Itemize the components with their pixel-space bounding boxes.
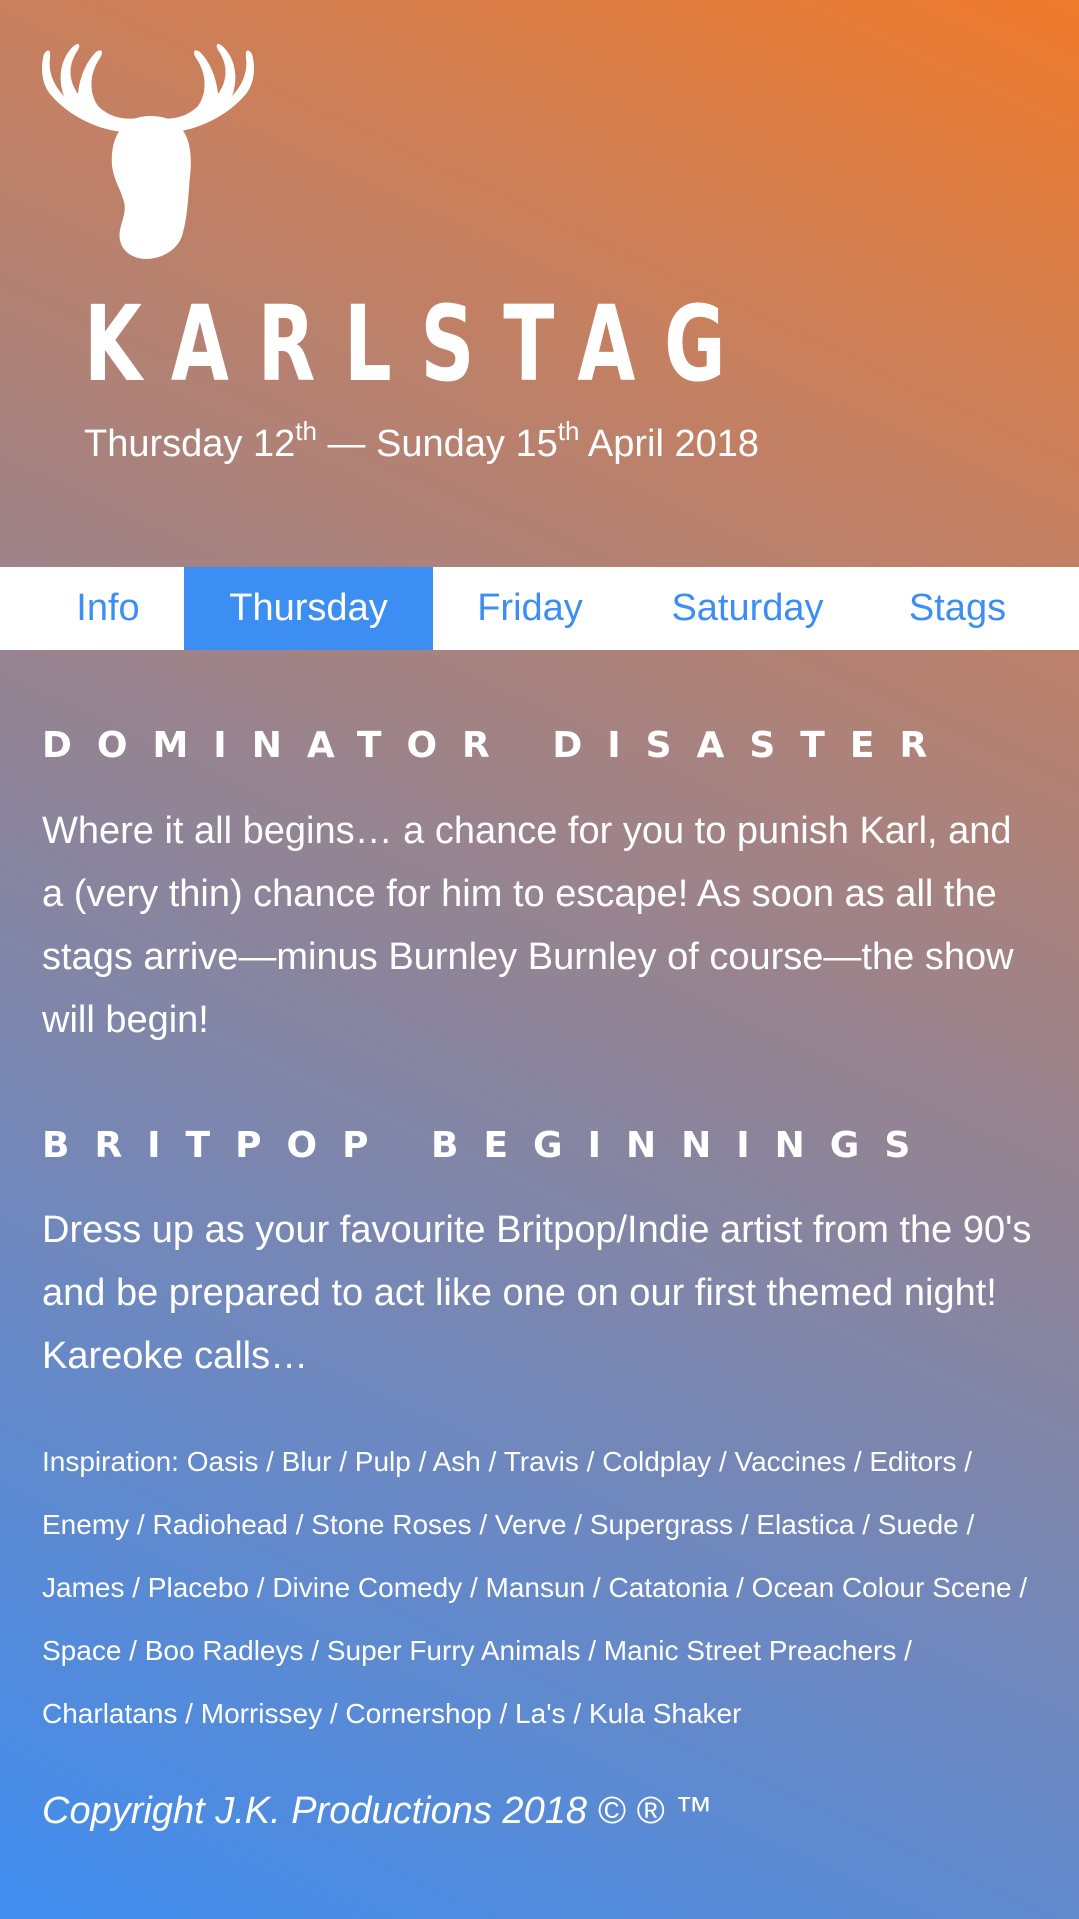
section-text-dominator-disaster: Where it all begins… a chance for you to… <box>42 810 1014 1041</box>
section-heading-dominator-disaster: DOMINATOR DISASTER <box>42 725 953 766</box>
brand-title: KARLSTAG <box>84 283 755 405</box>
end-date-suffix: th <box>557 416 580 446</box>
event-dates: Thursday 12th — Sunday 15th April 2018 <box>84 418 760 465</box>
tab-thursday[interactable]: Thursday <box>184 567 433 650</box>
section-heading-britpop-beginnings: BRITPOP BEGINNINGS <box>42 1125 936 1166</box>
copyright-notice: Copyright J.K. Productions 2018 © ® ™ <box>42 1790 713 1832</box>
tab-saturday[interactable]: Saturday <box>640 567 855 650</box>
end-date: Sunday 15 <box>376 423 558 465</box>
start-date-suffix: th <box>295 416 317 446</box>
tab-friday[interactable]: Friday <box>440 567 620 650</box>
date-separator: — <box>316 423 377 465</box>
inspiration-list: Inspiration: Oasis / Blur / Pulp / Ash /… <box>42 1446 1028 1729</box>
start-date: Thursday 12 <box>84 423 296 465</box>
day-tabs: Info Thursday Friday Saturday Stags <box>0 567 1079 650</box>
tab-info[interactable]: Info <box>40 567 176 650</box>
month-year: April 2018 <box>579 423 760 465</box>
tab-stags[interactable]: Stags <box>880 567 1035 650</box>
section-text-britpop-beginnings: Dress up as your favourite Britpop/Indie… <box>42 1209 1032 1377</box>
stag-head-icon <box>42 44 254 259</box>
